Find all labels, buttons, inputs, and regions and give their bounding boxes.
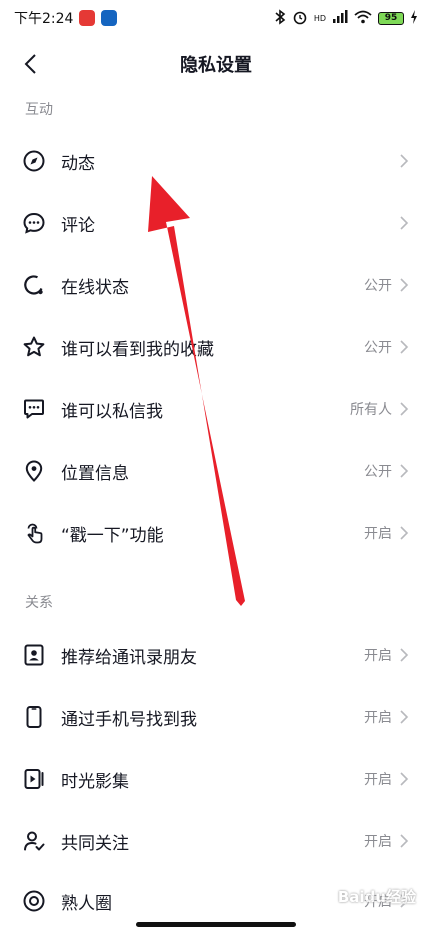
setting-row-favorites[interactable]: 谁可以看到我的收藏 公开 xyxy=(0,316,432,378)
chevron-right-icon xyxy=(400,340,409,354)
row-value: 开启 xyxy=(364,834,392,850)
row-value: 开启 xyxy=(364,526,392,542)
chevron-right-icon xyxy=(400,772,409,786)
status-time: 下午2:24 xyxy=(14,11,74,27)
row-label: 谁可以看到我的收藏 xyxy=(61,339,214,360)
alarm-icon xyxy=(292,9,308,28)
setting-row-comment[interactable]: 评论 xyxy=(0,192,432,254)
signal-icon xyxy=(332,9,348,27)
compass-icon xyxy=(23,150,45,172)
section-header-interaction: 互动 xyxy=(25,102,53,118)
chevron-right-icon xyxy=(400,526,409,540)
row-label: 动态 xyxy=(61,153,95,174)
app-notification-icon-2 xyxy=(101,10,118,26)
setting-row-message[interactable]: 谁可以私信我 所有人 xyxy=(0,378,432,440)
row-label: 位置信息 xyxy=(61,463,129,484)
row-label: 熟人圈 xyxy=(61,893,112,914)
row-label: 共同关注 xyxy=(61,833,129,854)
row-value: 所有人 xyxy=(350,402,392,418)
watermark: Baidu经验 xyxy=(337,888,416,906)
row-value: 公开 xyxy=(364,340,392,356)
row-value: 开启 xyxy=(364,772,392,788)
setting-row-location[interactable]: 位置信息 公开 xyxy=(0,440,432,502)
page-title: 隐私设置 xyxy=(180,55,252,76)
chevron-right-icon xyxy=(400,464,409,478)
row-label: “戳一下”功能 xyxy=(61,525,164,546)
setting-row-online-status[interactable]: 在线状态 公开 xyxy=(0,254,432,316)
bluetooth-icon xyxy=(274,8,286,28)
row-label: 通过手机号找到我 xyxy=(61,709,197,730)
row-value: 公开 xyxy=(364,278,392,294)
chevron-right-icon xyxy=(400,278,409,292)
status-right: HD 95 xyxy=(274,8,418,28)
setting-row-album[interactable]: 时光影集 开启 xyxy=(0,748,432,810)
online-status-icon xyxy=(24,275,43,295)
location-pin-icon xyxy=(25,460,43,482)
network-label: HD xyxy=(313,13,326,23)
setting-row-contacts[interactable]: 推荐给通讯录朋友 开启 xyxy=(0,624,432,686)
chevron-right-icon xyxy=(400,216,409,230)
message-icon xyxy=(24,399,44,419)
status-bar: 下午2:24 HD 95 xyxy=(0,0,432,36)
battery-icon: 95 xyxy=(378,11,404,25)
status-left: 下午2:24 xyxy=(14,8,118,28)
row-label: 在线状态 xyxy=(61,277,129,298)
row-label: 推荐给通讯录朋友 xyxy=(61,647,197,668)
tap-hand-icon xyxy=(27,523,43,544)
chevron-left-icon xyxy=(24,54,36,74)
star-icon xyxy=(23,336,45,357)
row-value: 开启 xyxy=(364,648,392,664)
setting-row-phone[interactable]: 通过手机号找到我 开启 xyxy=(0,686,432,748)
home-indicator[interactable] xyxy=(136,922,296,927)
chevron-right-icon xyxy=(400,402,409,416)
row-label: 时光影集 xyxy=(61,771,129,792)
setting-row-dynamic[interactable]: 动态 xyxy=(0,130,432,192)
play-album-icon xyxy=(24,769,44,789)
chevron-right-icon xyxy=(400,710,409,724)
wifi-icon xyxy=(354,10,372,27)
row-value: 公开 xyxy=(364,464,392,480)
circle-ring-icon xyxy=(23,890,45,912)
setting-row-mutual-follow[interactable]: 共同关注 开启 xyxy=(0,810,432,872)
chevron-right-icon xyxy=(400,834,409,848)
row-label: 评论 xyxy=(61,215,95,236)
contact-card-icon xyxy=(24,644,44,666)
charging-icon xyxy=(410,9,418,27)
row-label: 谁可以私信我 xyxy=(61,401,163,422)
section-header-relation: 关系 xyxy=(25,595,53,611)
chat-bubble-icon xyxy=(23,212,45,234)
chevron-right-icon xyxy=(400,648,409,662)
app-notification-icon xyxy=(79,10,96,26)
setting-row-poke[interactable]: “戳一下”功能 开启 xyxy=(0,502,432,564)
phone-icon xyxy=(26,706,42,728)
chevron-right-icon xyxy=(400,154,409,168)
back-button[interactable] xyxy=(18,50,46,78)
navigation-bar: 隐私设置 xyxy=(0,36,432,92)
row-value: 开启 xyxy=(364,710,392,726)
user-check-icon xyxy=(24,831,45,851)
